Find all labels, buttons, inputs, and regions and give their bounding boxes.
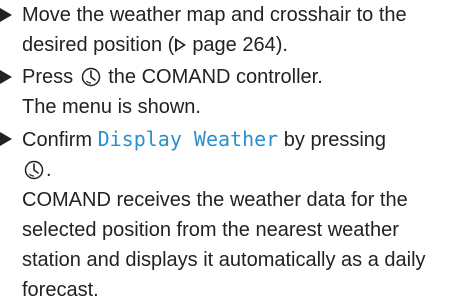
step-3-text-end: . [46, 159, 52, 181]
step-3: Confirm Display Weather by pressing . CO… [0, 124, 462, 305]
step-2-result: The menu is shown. [22, 96, 201, 118]
step-1: Move the weather map and crosshair to th… [0, 0, 462, 60]
controller-press-icon [81, 67, 101, 87]
step-1-line-2: desired position (page 264). [22, 34, 288, 56]
step-3-result: COMAND receives the weather data for the… [22, 189, 426, 301]
step-bullet-icon [0, 132, 12, 146]
step-3-text-before: Confirm [22, 129, 93, 151]
step-bullet-icon [0, 70, 12, 84]
step-2-text-after: the COMAND controller. [108, 66, 323, 88]
page-reference[interactable]: page 264 [192, 34, 275, 56]
step-3-line-1: Confirm Display Weather by pressing [22, 124, 462, 155]
step-2-text-before: Press [22, 66, 74, 88]
step-1-text-after: ). [275, 34, 288, 56]
step-1-line-1: Move the weather map and crosshair to th… [22, 4, 407, 26]
step-2: Press the COMAND controller. The menu is… [0, 62, 462, 122]
step-2-line-1: Press the COMAND controller. [22, 62, 462, 92]
step-3-line-2: . [22, 155, 462, 185]
step-3-text-after: by pressing [283, 129, 387, 151]
display-weather-label: Display Weather [97, 127, 279, 151]
step-bullet-icon [0, 8, 12, 22]
controller-press-icon [24, 160, 44, 180]
instruction-document: Move the weather map and crosshair to th… [0, 0, 462, 305]
page-reference-icon [175, 38, 187, 52]
